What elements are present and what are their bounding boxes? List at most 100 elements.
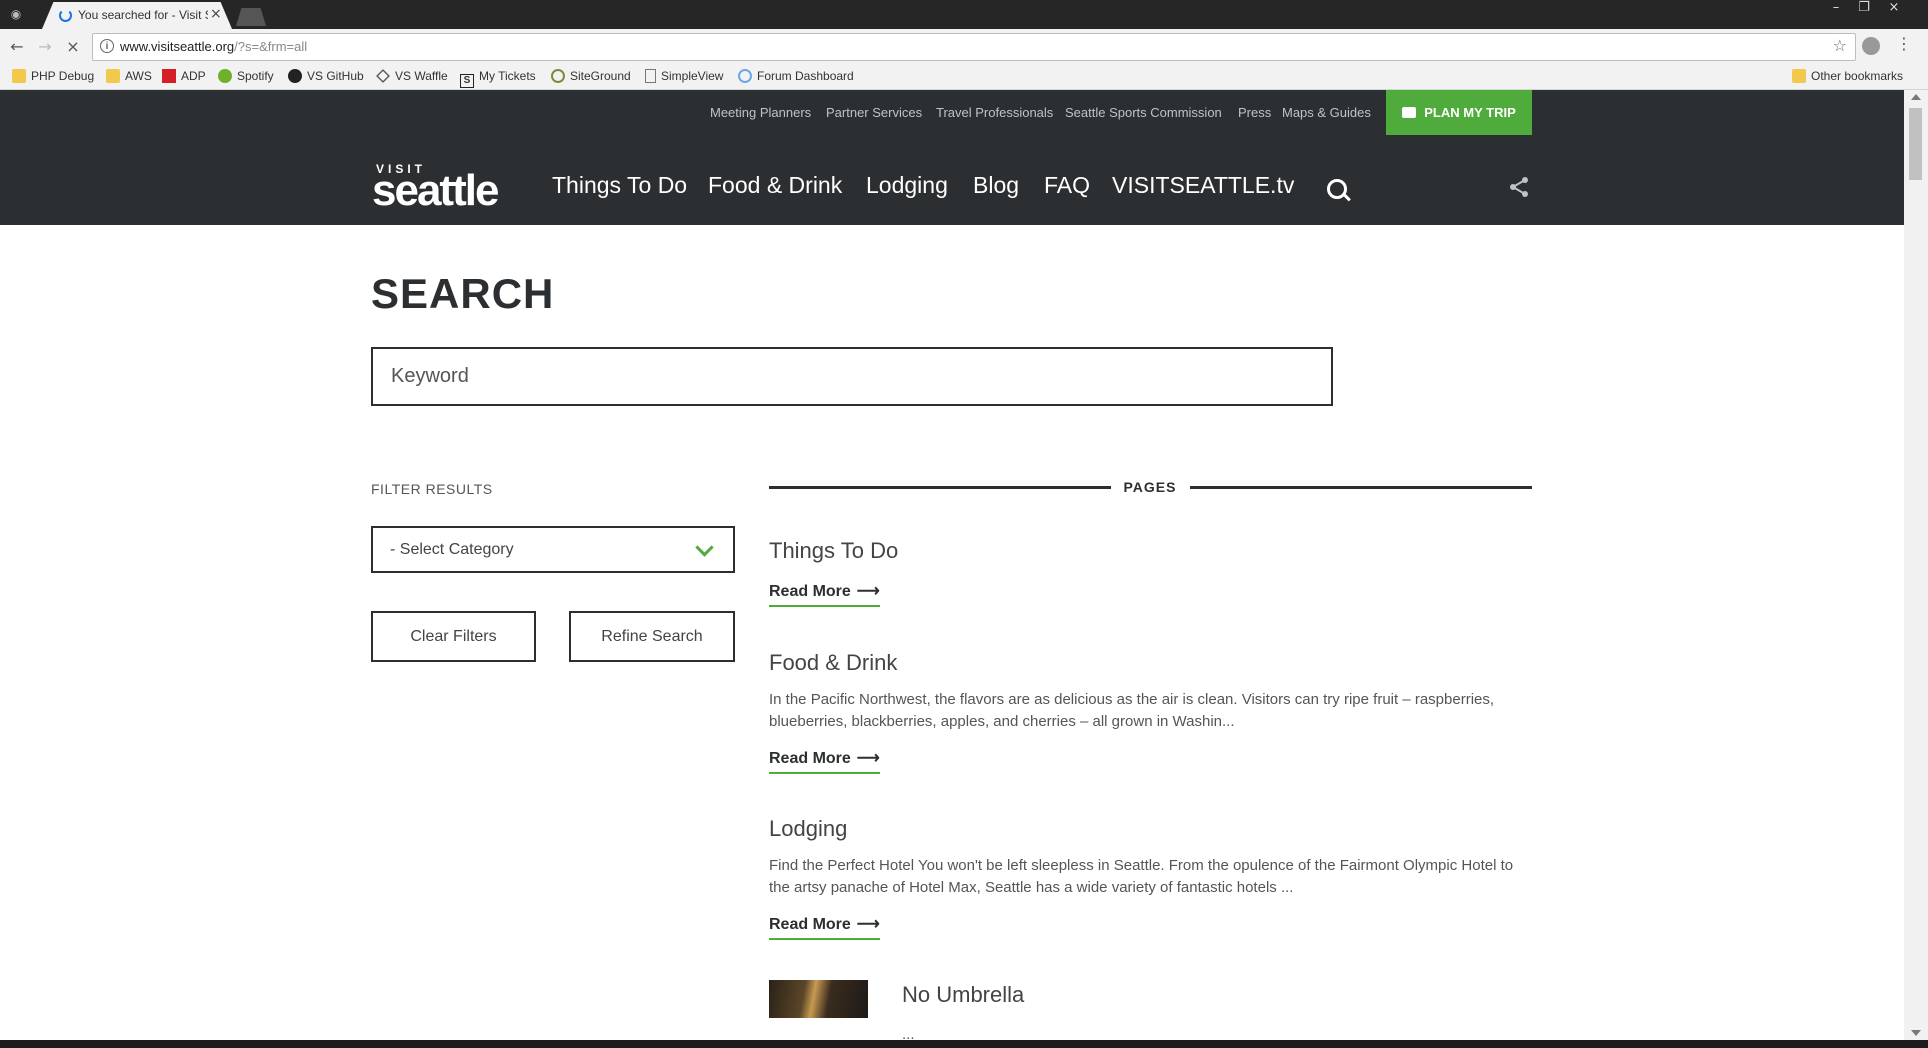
close-tab-icon[interactable]: ×	[210, 6, 222, 22]
page-title: SEARCH	[371, 270, 555, 317]
forum-icon	[738, 69, 752, 83]
arrow-right-icon: ⟶	[856, 916, 880, 933]
taskbar-strip	[0, 1040, 1928, 1048]
result-title-lodging[interactable]: Lodging	[769, 816, 847, 842]
utility-link-travel-professionals[interactable]: Travel Professionals	[936, 105, 1053, 120]
result-description: In the Pacific Northwest, the flavors ar…	[769, 691, 1495, 730]
forward-icon[interactable]: →	[34, 36, 56, 58]
arrow-right-icon: ⟶	[856, 750, 880, 767]
page-icon	[645, 69, 656, 83]
plan-my-trip-label: PLAN MY TRIP	[1424, 105, 1516, 120]
bookmark-label: VS GitHub	[307, 69, 364, 83]
nav-lodging[interactable]: Lodging	[866, 172, 948, 199]
briefcase-icon	[1402, 107, 1417, 118]
keyword-search-input[interactable]	[371, 347, 1333, 406]
bookmark-item[interactable]: SiteGround	[551, 68, 631, 85]
plan-my-trip-button[interactable]: PLAN MY TRIP	[1386, 90, 1532, 135]
utility-link-maps-guides[interactable]: Maps & Guides	[1282, 105, 1371, 120]
arrow-right-icon: ⟶	[856, 583, 880, 600]
bookmark-label: My Tickets	[479, 69, 536, 83]
divider-right	[1190, 486, 1532, 489]
bookmark-label: VS Waffle	[395, 69, 448, 83]
site-info-icon[interactable]: i	[100, 39, 114, 53]
bookmarks-bar: PHP Debug AWS ADP Spotify VS GitHub VS W…	[0, 64, 1928, 90]
folder-icon	[106, 69, 120, 83]
folder-icon	[12, 69, 26, 83]
utility-link-press[interactable]: Press	[1238, 105, 1271, 120]
result-description: ...	[902, 1026, 915, 1040]
bookmark-item[interactable]: VS Waffle	[376, 68, 448, 85]
nav-blog[interactable]: Blog	[973, 172, 1019, 199]
clear-filters-button[interactable]: Clear Filters	[371, 611, 536, 662]
bookmark-label: Forum Dashboard	[757, 69, 854, 83]
read-more-link[interactable]: Read More ⟶	[769, 914, 880, 940]
bookmark-item[interactable]: PHP Debug	[12, 68, 94, 85]
nav-visitseattle-tv[interactable]: VISITSEATTLE.tv	[1112, 172, 1294, 199]
result-title-no-umbrella[interactable]: No Umbrella	[902, 982, 1024, 1008]
bookmark-item[interactable]: S My Tickets	[460, 68, 536, 88]
category-select[interactable]: - Select Category	[371, 526, 735, 573]
browser-menu-icon[interactable]: ⋮	[1896, 34, 1912, 53]
utility-link-meeting-planners[interactable]: Meeting Planners	[710, 105, 811, 120]
tickets-icon: S	[460, 74, 474, 88]
read-more-link[interactable]: Read More ⟶	[769, 748, 880, 774]
other-bookmarks[interactable]: Other bookmarks	[1792, 68, 1903, 85]
result-thumbnail[interactable]	[769, 980, 868, 1018]
adp-icon	[162, 69, 176, 83]
scroll-up-icon[interactable]	[1911, 94, 1921, 100]
result-title-things-to-do[interactable]: Things To Do	[769, 538, 898, 564]
loading-spinner-icon	[59, 9, 72, 22]
folder-icon	[1792, 69, 1806, 83]
incognito-icon: ◉	[10, 7, 22, 21]
address-bar[interactable]: i www.visitseattle.org/?s=&frm=all ☆	[92, 33, 1856, 61]
spotify-icon	[218, 69, 232, 83]
share-icon[interactable]	[1508, 176, 1530, 198]
bookmark-item[interactable]: AWS	[106, 68, 152, 85]
url-path: /?s=&frm=all	[234, 39, 308, 54]
read-more-label: Read More	[769, 750, 851, 767]
category-select-value: - Select Category	[390, 541, 514, 558]
utility-link-sports-commission[interactable]: Seattle Sports Commission	[1065, 105, 1222, 120]
nav-faq[interactable]: FAQ	[1044, 172, 1090, 199]
url-text: www.visitseattle.org/?s=&frm=all	[120, 39, 307, 54]
read-more-link[interactable]: Read More ⟶	[769, 581, 880, 607]
stop-loading-icon[interactable]: ×	[62, 36, 84, 58]
refine-search-button[interactable]: Refine Search	[569, 611, 735, 662]
scrollbar-thumb[interactable]	[1909, 108, 1922, 180]
close-window-icon[interactable]: ×	[1880, 0, 1908, 18]
siteground-icon	[551, 69, 565, 83]
bookmark-item[interactable]: SimpleView	[645, 68, 723, 85]
scroll-down-icon[interactable]	[1911, 1030, 1921, 1036]
bookmark-label: SiteGround	[570, 69, 631, 83]
page-scrollbar[interactable]	[1904, 90, 1928, 1040]
search-icon[interactable]	[1327, 179, 1347, 199]
bookmark-item[interactable]: Spotify	[218, 68, 274, 85]
logo-seattle[interactable]: seattle	[372, 166, 499, 216]
divider-left	[769, 486, 1111, 489]
bookmark-item[interactable]: Forum Dashboard	[738, 68, 854, 85]
github-icon	[288, 69, 302, 83]
chevron-down-icon	[695, 538, 714, 557]
result-title-food-drink[interactable]: Food & Drink	[769, 650, 897, 676]
nav-food-drink[interactable]: Food & Drink	[708, 172, 842, 199]
read-more-label: Read More	[769, 916, 851, 933]
nav-things-to-do[interactable]: Things To Do	[552, 172, 687, 199]
minimize-icon[interactable]: –	[1822, 0, 1850, 18]
bookmark-star-icon[interactable]: ☆	[1833, 36, 1847, 55]
waffle-icon	[376, 69, 390, 83]
browser-tab-strip: ◉ You searched for - Visit S × – ❐ ×	[0, 0, 1928, 29]
restore-icon[interactable]: ❐	[1850, 0, 1878, 18]
bookmark-item[interactable]: ADP	[162, 68, 206, 85]
browser-toolbar: ← → × i www.visitseattle.org/?s=&frm=all…	[0, 29, 1928, 64]
browser-tab[interactable]: You searched for - Visit S ×	[42, 2, 232, 29]
bookmark-label: PHP Debug	[31, 69, 95, 83]
utility-link-partner-services[interactable]: Partner Services	[826, 105, 922, 120]
new-tab-button[interactable]	[236, 8, 266, 26]
bookmark-label: AWS	[125, 69, 152, 83]
bookmark-item[interactable]: VS GitHub	[288, 68, 364, 85]
pages-section-heading: PAGES	[1123, 479, 1177, 495]
bookmark-label: Spotify	[237, 69, 274, 83]
back-icon[interactable]: ←	[6, 36, 28, 58]
extension-icon[interactable]	[1862, 37, 1880, 55]
bookmark-label: ADP	[181, 69, 206, 83]
